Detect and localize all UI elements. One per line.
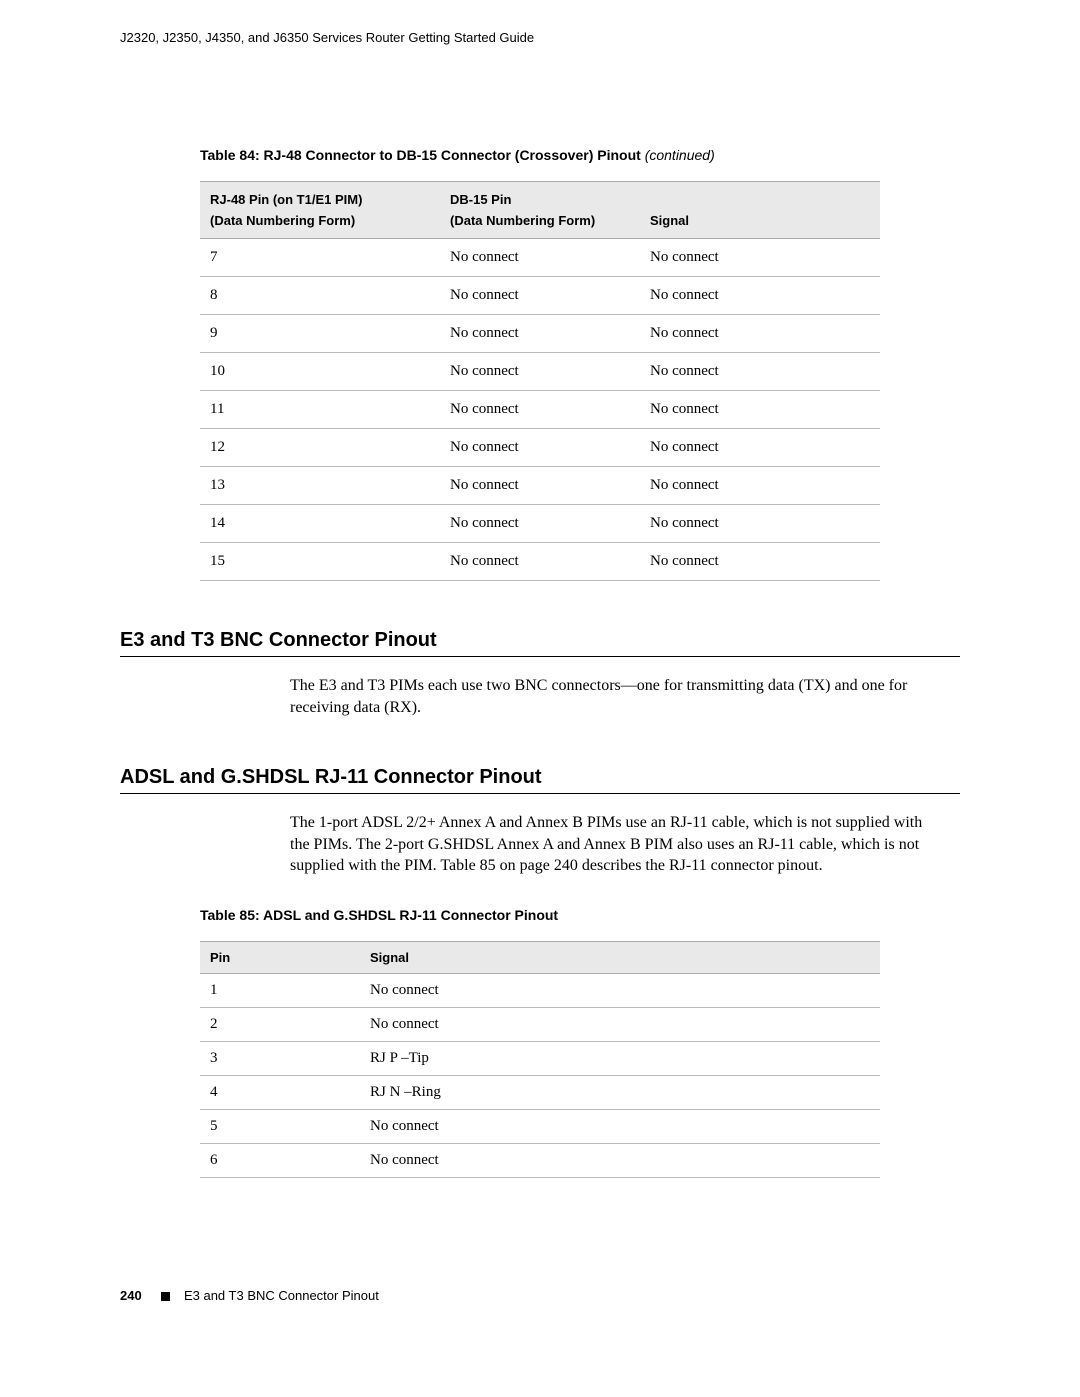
table-row: 13No connectNo connect	[200, 467, 880, 505]
table85-body: 1No connect2No connect3RJ P –Tip4RJ N –R…	[200, 973, 880, 1177]
table85-signal-cell: No connect	[360, 973, 880, 1007]
table84-pin-cell: 13	[200, 467, 440, 505]
table84-col2-line1: DB-15 Pin	[450, 192, 511, 207]
table84-db15-cell: No connect	[440, 239, 640, 277]
table84-signal-cell: No connect	[640, 277, 880, 315]
footer-square-icon	[161, 1292, 170, 1301]
table-row: 9No connectNo connect	[200, 315, 880, 353]
table84-pin-cell: 8	[200, 277, 440, 315]
table84-db15-cell: No connect	[440, 429, 640, 467]
table-row: 12No connectNo connect	[200, 429, 880, 467]
table84-pin-cell: 11	[200, 391, 440, 429]
table84-col1-line1: RJ-48 Pin (on T1/E1 PIM)	[210, 192, 362, 207]
table84-caption-main: Table 84: RJ-48 Connector to DB-15 Conne…	[200, 147, 641, 163]
table84-signal-cell: No connect	[640, 391, 880, 429]
section-adsl-body: The 1-port ADSL 2/2+ Annex A and Annex B…	[290, 812, 930, 877]
table84-col3-label: Signal	[650, 213, 689, 228]
table84-signal-cell: No connect	[640, 543, 880, 581]
table85-caption: Table 85: ADSL and G.SHDSL RJ-11 Connect…	[200, 907, 960, 923]
table84-db15-cell: No connect	[440, 391, 640, 429]
table85-pin-cell: 4	[200, 1075, 360, 1109]
table84-col3-header: Signal	[640, 182, 880, 239]
table84-signal-cell: No connect	[640, 315, 880, 353]
table-row: 2No connect	[200, 1007, 880, 1041]
table85-col2-header: Signal	[360, 941, 880, 973]
table85-signal-cell: RJ N –Ring	[360, 1075, 880, 1109]
table85-pin-cell: 5	[200, 1109, 360, 1143]
table85: Pin Signal 1No connect2No connect3RJ P –…	[200, 941, 880, 1178]
table84-db15-cell: No connect	[440, 277, 640, 315]
table84-signal-cell: No connect	[640, 353, 880, 391]
table-row: 11No connectNo connect	[200, 391, 880, 429]
table-row: 6No connect	[200, 1143, 880, 1177]
table-row: 5No connect	[200, 1109, 880, 1143]
table-row: 1No connect	[200, 973, 880, 1007]
table84-pin-cell: 15	[200, 543, 440, 581]
table85-pin-cell: 2	[200, 1007, 360, 1041]
table85-pin-cell: 1	[200, 973, 360, 1007]
table84-pin-cell: 14	[200, 505, 440, 543]
table84-db15-cell: No connect	[440, 467, 640, 505]
table84-signal-cell: No connect	[640, 429, 880, 467]
table84-signal-cell: No connect	[640, 505, 880, 543]
table84-signal-cell: No connect	[640, 239, 880, 277]
table84-col1-line2: (Data Numbering Form)	[210, 213, 430, 228]
table84-caption-continued: (continued)	[641, 147, 715, 163]
table84-pin-cell: 12	[200, 429, 440, 467]
table84-pin-cell: 10	[200, 353, 440, 391]
table-row: 10No connectNo connect	[200, 353, 880, 391]
table84-caption: Table 84: RJ-48 Connector to DB-15 Conne…	[200, 147, 960, 163]
footer-section: E3 and T3 BNC Connector Pinout	[184, 1288, 379, 1303]
running-header: J2320, J2350, J4350, and J6350 Services …	[120, 30, 960, 57]
page-number: 240	[120, 1288, 142, 1303]
table85-col1-header: Pin	[200, 941, 360, 973]
table85-pin-cell: 6	[200, 1143, 360, 1177]
table84-db15-cell: No connect	[440, 543, 640, 581]
table84-pin-cell: 7	[200, 239, 440, 277]
table84: RJ-48 Pin (on T1/E1 PIM) (Data Numbering…	[200, 181, 880, 581]
table84-pin-cell: 9	[200, 315, 440, 353]
table-row: 15No connectNo connect	[200, 543, 880, 581]
section-adsl-heading: ADSL and G.SHDSL RJ-11 Connector Pinout	[120, 766, 960, 794]
table-row: 3RJ P –Tip	[200, 1041, 880, 1075]
table84-col2-header: DB-15 Pin (Data Numbering Form)	[440, 182, 640, 239]
table-row: 8No connectNo connect	[200, 277, 880, 315]
table85-signal-cell: RJ P –Tip	[360, 1041, 880, 1075]
table84-signal-cell: No connect	[640, 467, 880, 505]
table85-signal-cell: No connect	[360, 1109, 880, 1143]
table84-db15-cell: No connect	[440, 505, 640, 543]
table84-body: 7No connectNo connect8No connectNo conne…	[200, 239, 880, 581]
section-e3t3-body: The E3 and T3 PIMs each use two BNC conn…	[290, 675, 930, 718]
table-row: 14No connectNo connect	[200, 505, 880, 543]
page-footer: 240 E3 and T3 BNC Connector Pinout	[120, 1288, 960, 1303]
table85-signal-cell: No connect	[360, 1007, 880, 1041]
table84-db15-cell: No connect	[440, 315, 640, 353]
table84-col2-line2: (Data Numbering Form)	[450, 213, 630, 228]
table85-pin-cell: 3	[200, 1041, 360, 1075]
table-row: 7No connectNo connect	[200, 239, 880, 277]
table-row: 4RJ N –Ring	[200, 1075, 880, 1109]
table84-db15-cell: No connect	[440, 353, 640, 391]
table84-col1-header: RJ-48 Pin (on T1/E1 PIM) (Data Numbering…	[200, 182, 440, 239]
table85-signal-cell: No connect	[360, 1143, 880, 1177]
section-e3t3-heading: E3 and T3 BNC Connector Pinout	[120, 629, 960, 657]
